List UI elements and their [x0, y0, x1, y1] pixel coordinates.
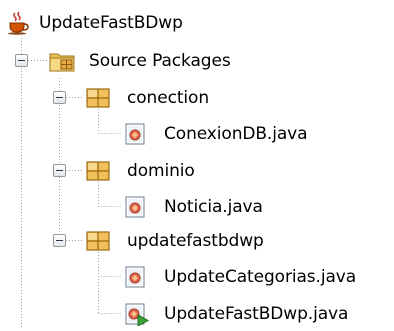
- package-icon: [86, 161, 110, 181]
- package-label: conection: [127, 88, 209, 108]
- package-conection-collapse-toggle[interactable]: [53, 91, 66, 104]
- package-icon: [86, 88, 110, 108]
- tree-node-project[interactable]: UpdateFastBDwp: [6, 6, 183, 40]
- package-label: updatefastbdwp: [127, 231, 264, 251]
- java-project-cup-icon: [8, 11, 29, 35]
- package-icon: [86, 231, 110, 251]
- java-class-icon: [125, 196, 145, 218]
- tree-node-file-updatecategorias[interactable]: UpdateCategorias.java: [124, 260, 356, 294]
- tree-node-file-conexiondb[interactable]: ConexionDB.java: [124, 117, 308, 151]
- package-dominio-collapse-toggle[interactable]: [53, 164, 66, 177]
- project-tree: UpdateFastBDwp Source Packages conection: [0, 0, 394, 328]
- source-packages-label: Source Packages: [89, 51, 231, 71]
- source-packages-folder-icon: [49, 53, 75, 72]
- tree-node-package-conection[interactable]: conection: [86, 81, 209, 115]
- tree-node-file-updatefastbdwp[interactable]: UpdateFastBDwp.java: [124, 297, 348, 331]
- file-label: ConexionDB.java: [164, 124, 308, 144]
- java-main-class-icon: [125, 303, 150, 326]
- java-class-icon: [125, 266, 145, 288]
- source-packages-collapse-toggle[interactable]: [15, 54, 28, 67]
- tree-node-source-packages[interactable]: Source Packages: [49, 44, 231, 78]
- project-label: UpdateFastBDwp: [39, 13, 183, 33]
- tree-node-package-dominio[interactable]: dominio: [86, 154, 195, 188]
- file-label: UpdateFastBDwp.java: [164, 304, 349, 324]
- file-label: UpdateCategorias.java: [164, 267, 357, 287]
- package-label: dominio: [127, 161, 195, 181]
- java-class-icon: [125, 123, 145, 145]
- file-label: Noticia.java: [164, 197, 263, 217]
- tree-node-file-noticia[interactable]: Noticia.java: [124, 190, 263, 224]
- tree-node-package-updatefastbdwp[interactable]: updatefastbdwp: [86, 224, 264, 258]
- package-updatefastbdwp-collapse-toggle[interactable]: [53, 234, 66, 247]
